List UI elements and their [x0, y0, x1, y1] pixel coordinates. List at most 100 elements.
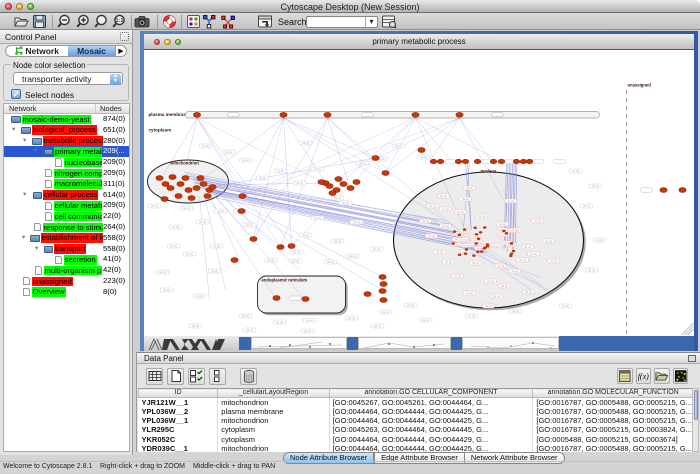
- svg-text:(xx xx): (xx xx): [382, 312, 389, 314]
- svg-text:(xx xx): (xx xx): [485, 306, 492, 308]
- svg-text:(xx xx): (xx xx): [304, 331, 311, 333]
- svg-text:(xx xx): (xx xx): [583, 206, 590, 208]
- svg-text:(xx xx): (xx xx): [422, 320, 429, 322]
- svg-text:(xx xx): (xx xx): [246, 330, 253, 332]
- svg-text:(xx xx): (xx xx): [378, 159, 385, 161]
- svg-text:(xx xx): (xx xx): [472, 263, 479, 265]
- svg-text:(xx xx): (xx xx): [306, 320, 313, 322]
- svg-text:(xx xx): (xx xx): [519, 260, 526, 262]
- svg-text:(xx xx): (xx xx): [334, 241, 341, 243]
- svg-text:(xx xx): (xx xx): [192, 326, 199, 328]
- svg-text:(xx xx): (xx xx): [534, 221, 541, 223]
- svg-text:(xx xx): (xx xx): [492, 245, 499, 247]
- svg-text:unassigned: unassigned: [628, 83, 652, 88]
- svg-text:(xx xx): (xx xx): [213, 246, 220, 248]
- svg-text:(xx xx): (xx xx): [460, 240, 467, 242]
- svg-text:(xx xx): (xx xx): [440, 196, 447, 198]
- svg-text:cytoplasm: cytoplasm: [149, 128, 172, 133]
- svg-text:(xx xx): (xx xx): [462, 199, 469, 201]
- svg-text:(xx xx): (xx xx): [348, 318, 355, 320]
- svg-text:(xx xx): (xx xx): [163, 290, 170, 292]
- svg-text:(xx xx): (xx xx): [562, 306, 569, 308]
- svg-text:(xx xx): (xx xx): [267, 260, 274, 262]
- svg-text:(xx xx): (xx xx): [466, 293, 473, 295]
- svg-text:(xx xx): (xx xx): [277, 171, 284, 173]
- svg-text:(xx xx): (xx xx): [259, 178, 266, 180]
- svg-text:(xx xx): (xx xx): [508, 245, 515, 247]
- svg-text:(xx xx): (xx xx): [293, 252, 300, 254]
- svg-text:(xx xx): (xx xx): [466, 188, 473, 190]
- svg-text:(xx xx): (xx xx): [314, 218, 321, 220]
- svg-text:(xx xx): (xx xx): [422, 221, 429, 223]
- svg-text:(xx xx): (xx xx): [242, 160, 249, 162]
- svg-text:(xx xx): (xx xx): [545, 241, 552, 243]
- svg-text:(xx xx): (xx xx): [159, 272, 166, 274]
- svg-text:(xx xx): (xx xx): [276, 322, 283, 324]
- svg-text:(xx xx): (xx xx): [474, 240, 481, 242]
- svg-text:(xx xx): (xx xx): [202, 146, 209, 148]
- svg-text:(xx xx): (xx xx): [592, 186, 599, 188]
- svg-text:(xx xx): (xx xx): [217, 211, 224, 213]
- svg-text:(xx xx): (xx xx): [525, 292, 532, 294]
- svg-text:(xx xx): (xx xx): [500, 234, 507, 236]
- svg-text:(xx xx): (xx xx): [225, 152, 232, 154]
- svg-text:(xx xx): (xx xx): [493, 296, 500, 298]
- svg-text:(xx xx): (xx xx): [292, 261, 299, 263]
- svg-text:(xx xx): (xx xx): [550, 261, 557, 263]
- svg-text:(xx xx): (xx xx): [478, 216, 485, 218]
- svg-text:mitochondrion: mitochondrion: [170, 161, 200, 166]
- svg-text:(xx xx): (xx xx): [497, 266, 504, 268]
- svg-text:(xx xx): (xx xx): [296, 183, 303, 185]
- svg-text:(xx xx): (xx xx): [420, 157, 427, 159]
- svg-text:(xx xx): (xx xx): [524, 247, 531, 249]
- svg-text:(xx xx): (xx xx): [302, 143, 309, 145]
- svg-text:(xx xx): (xx xx): [468, 316, 475, 318]
- svg-text:(xx xx): (xx xx): [588, 270, 595, 272]
- svg-text:(xx xx): (xx xx): [445, 262, 452, 264]
- svg-text:(xx xx): (xx xx): [196, 296, 203, 298]
- svg-text:(xx xx): (xx xx): [428, 236, 435, 238]
- svg-text:(xx xx): (xx xx): [530, 254, 537, 256]
- svg-text:1:1: 1:1: [115, 18, 123, 24]
- svg-text:(xx xx): (xx xx): [572, 171, 579, 173]
- svg-text:(xx xx): (xx xx): [462, 234, 469, 236]
- svg-text:(xx xx): (xx xx): [461, 231, 468, 233]
- svg-text:(xx xx): (xx xx): [314, 169, 321, 171]
- svg-text:endoplasmic reticulum: endoplasmic reticulum: [262, 278, 308, 283]
- svg-text:(xx xx): (xx xx): [454, 276, 461, 278]
- svg-text:(xx xx): (xx xx): [327, 262, 334, 264]
- svg-text:(xx xx): (xx xx): [246, 225, 253, 227]
- svg-text:(xx xx): (xx xx): [334, 198, 341, 200]
- svg-text:(xx xx): (xx xx): [596, 240, 603, 242]
- svg-text:(xx xx): (xx xx): [436, 252, 443, 254]
- svg-text:(xx xx): (xx xx): [183, 208, 190, 210]
- svg-text:(xx xx): (xx xx): [512, 311, 519, 313]
- svg-text:(xx xx): (xx xx): [442, 226, 449, 228]
- svg-text:(xx xx): (xx xx): [374, 326, 381, 328]
- svg-text:(xx xx): (xx xx): [457, 212, 464, 214]
- svg-text:(xx xx): (xx xx): [407, 305, 414, 307]
- svg-text:(xx xx): (xx xx): [507, 231, 514, 233]
- svg-text:(xx xx): (xx xx): [395, 146, 402, 148]
- svg-text:(xx xx): (xx xx): [302, 235, 309, 237]
- svg-text:(xx xx): (xx xx): [199, 222, 206, 224]
- svg-text:plasma membrane: plasma membrane: [149, 112, 190, 117]
- svg-text:(xx xx): (xx xx): [359, 163, 366, 165]
- svg-text:(xx xx): (xx xx): [353, 222, 360, 224]
- svg-text:(xx xx): (xx xx): [501, 286, 508, 288]
- svg-text:(xx xx): (xx xx): [373, 249, 380, 251]
- svg-text:(xx xx): (xx xx): [342, 203, 349, 205]
- svg-text:(xx xx): (xx xx): [172, 227, 179, 229]
- svg-text:(xx xx): (xx xx): [242, 316, 249, 318]
- svg-text:(xx xx): (xx xx): [511, 271, 518, 273]
- svg-text:(xx xx): (xx xx): [442, 209, 449, 211]
- svg-text:(xx xx): (xx xx): [211, 271, 218, 273]
- svg-text:(xx xx): (xx xx): [429, 206, 436, 208]
- svg-text:(xx xx): (xx xx): [349, 256, 356, 258]
- svg-text:(xx xx): (xx xx): [170, 246, 177, 248]
- svg-text:(xx xx): (xx xx): [487, 281, 494, 283]
- svg-text:(xx xx): (xx xx): [499, 224, 506, 226]
- svg-text:(xx xx): (xx xx): [507, 201, 514, 203]
- svg-text:(xx xx): (xx xx): [151, 206, 158, 208]
- svg-text:(xx xx): (xx xx): [186, 254, 193, 256]
